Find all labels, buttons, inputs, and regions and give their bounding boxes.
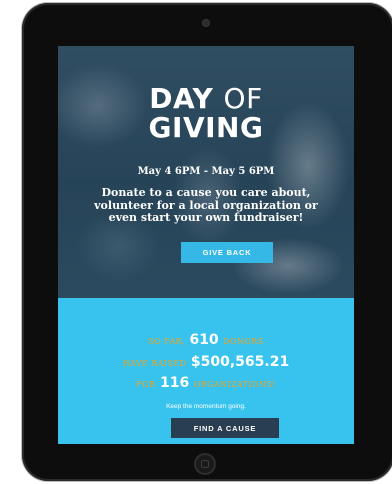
tablet-frame: DAY OF GIVING May 4 6PM - May 5 6PM Dona… xyxy=(22,3,392,481)
donors-suffix: DONORS xyxy=(223,337,264,346)
find-a-cause-button[interactable]: FIND A CAUSE xyxy=(171,418,279,438)
donors-count: 610 xyxy=(189,332,219,348)
raised-prefix: HAVE RAISED xyxy=(122,359,187,368)
title-giving: GIVING xyxy=(148,111,264,144)
hero-section: DAY OF GIVING May 4 6PM - May 5 6PM Dona… xyxy=(58,46,354,298)
organizations-count: 116 xyxy=(159,375,190,391)
donors-prefix: SO FAR, xyxy=(148,337,185,346)
donors-stat: SO FAR, 610 DONORS xyxy=(58,331,354,349)
amount-raised: $500,565.21 xyxy=(190,354,290,370)
page-title: DAY OF GIVING xyxy=(58,84,354,142)
hero-description: Donate to a cause you care about, volunt… xyxy=(94,186,318,224)
event-dates: May 4 6PM - May 5 6PM xyxy=(137,166,275,177)
camera-icon xyxy=(203,20,209,26)
organizations-stat: FOR 116 ORGANIZATIONS! xyxy=(58,374,354,392)
tablet-screen: DAY OF GIVING May 4 6PM - May 5 6PM Dona… xyxy=(58,46,354,444)
raised-stat: HAVE RAISED $500,565.21 xyxy=(58,353,354,371)
organizations-prefix: FOR xyxy=(136,380,156,389)
home-button[interactable] xyxy=(194,453,216,475)
give-back-button[interactable]: GIVE BACK xyxy=(181,242,273,263)
organizations-suffix: ORGANIZATIONS! xyxy=(193,380,276,389)
momentum-text: Keep the momentum going. xyxy=(166,403,246,410)
